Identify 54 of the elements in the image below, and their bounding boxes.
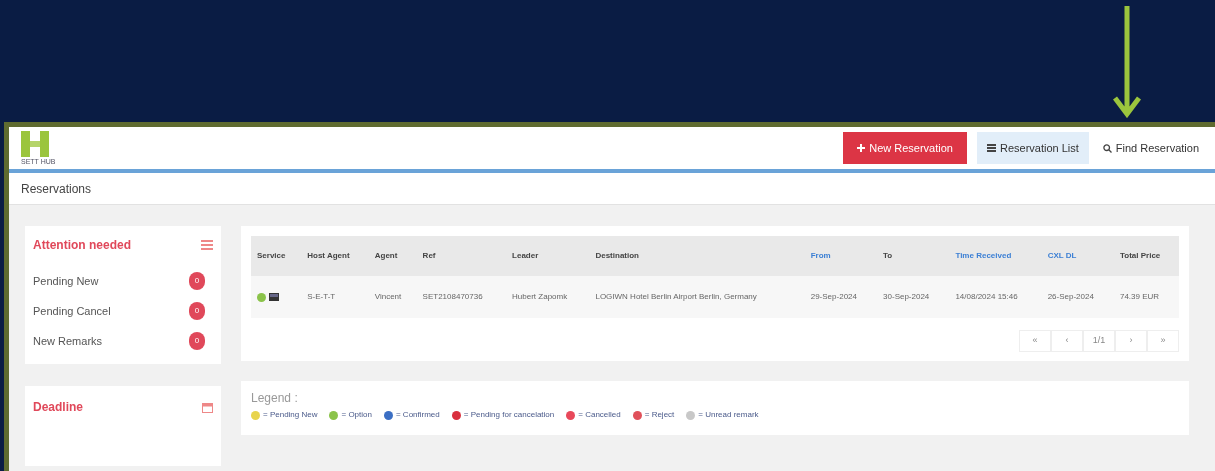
column-header: Agent [368, 236, 417, 276]
table-cell: 29-Sep-2024 [804, 276, 878, 318]
pagination-button[interactable]: 1/1 [1083, 330, 1115, 352]
header-button[interactable]: Find Reservation [1098, 132, 1203, 164]
column-header: Leader [506, 236, 590, 276]
sidebar-item[interactable]: Pending New [33, 272, 99, 290]
table-cell: S-E-T-T [301, 276, 369, 318]
legend-label: = Option [341, 409, 372, 421]
legend-label: = Unread remark [698, 409, 759, 421]
page-title: Reservations [21, 180, 92, 198]
column-header: Total Price [1113, 236, 1179, 276]
list-icon [986, 144, 996, 152]
table-cell: 30-Sep-2024 [877, 276, 950, 318]
legend-title: Legend : [251, 390, 299, 407]
card-title: Deadline [33, 399, 83, 416]
column-header: To [877, 236, 950, 276]
count-badge: 0 [189, 332, 205, 350]
table-cell: Hubert Zapomk [506, 276, 590, 318]
legend-label: = Pending for cancelation [463, 409, 555, 421]
table-cell: LOGIWN Hotel Berlin Airport Berlin, Germany [589, 276, 805, 318]
calendar-icon [202, 401, 213, 413]
list-icon [201, 240, 213, 250]
down-arrow-icon [1112, 6, 1142, 118]
pagination-button[interactable]: ‹ [1051, 330, 1083, 352]
pagination-button[interactable]: › [1115, 330, 1147, 352]
legend-label: = Cancelled [578, 409, 621, 421]
count-badge: 0 [189, 272, 205, 290]
column-header: Destination [589, 236, 805, 276]
column-header: Ref [416, 236, 507, 276]
legend-label: = Confirmed [395, 409, 440, 421]
pagination-button[interactable]: » [1147, 330, 1179, 352]
count-badge: 0 [189, 302, 205, 320]
table-cell: SET2108470736 [416, 276, 507, 318]
search-icon [1102, 143, 1112, 153]
plus-icon [857, 144, 866, 152]
column-header: Host Agent [301, 236, 369, 276]
column-header[interactable]: From [804, 236, 878, 276]
column-header[interactable]: CXL DL [1041, 236, 1114, 276]
table-cell: 74.39 EUR [1113, 276, 1179, 318]
table-cell: 14/08/2024 15:46 [949, 276, 1042, 318]
column-header[interactable]: Time Received [949, 236, 1042, 276]
legend-label: = Pending New [263, 409, 318, 421]
table-cell: Vincent [368, 276, 417, 318]
legend-label: = Reject [644, 409, 675, 421]
logo-icon [21, 131, 49, 157]
pagination-button[interactable]: « [1019, 330, 1051, 352]
table-cell: 26-Sep-2024 [1041, 276, 1114, 318]
header-button[interactable]: New Reservation [843, 132, 967, 164]
sidebar-item[interactable]: Pending Cancel [33, 302, 111, 320]
sidebar-item[interactable]: New Remarks [33, 332, 103, 350]
header-button[interactable]: Reservation List [976, 132, 1089, 164]
hotel-icon [269, 293, 279, 301]
card-title: Attention needed [33, 237, 131, 254]
column-header: Service [251, 236, 302, 276]
